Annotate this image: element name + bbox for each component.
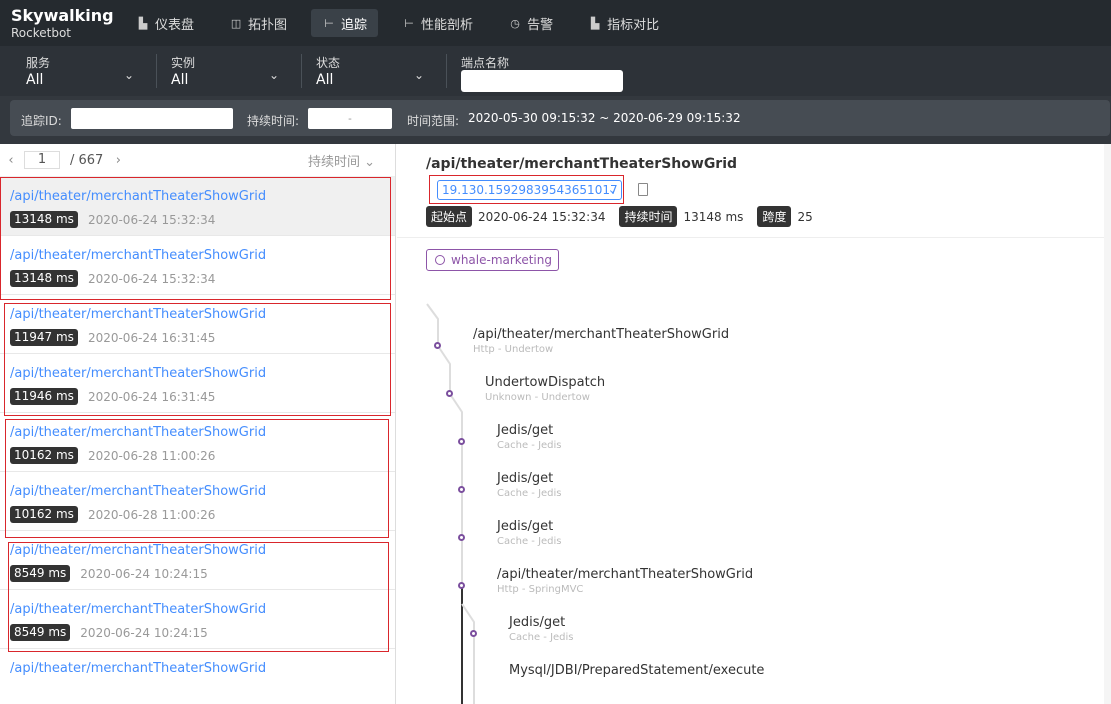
- filter-divider: [446, 54, 447, 88]
- logo-subtitle: Rocketbot: [11, 25, 72, 40]
- instance-filter-value: All: [171, 72, 189, 88]
- span-name: Jedis/get: [497, 471, 554, 486]
- span-subtitle: Unknown - Undertow: [485, 392, 590, 403]
- span-item[interactable]: /api/theater/merchantTheaterShowGrid Http…: [473, 327, 729, 355]
- span-name: Jedis/get: [497, 423, 554, 438]
- trace-id-label: 追踪ID:: [21, 114, 62, 128]
- time-range-label: 时间范围:: [407, 114, 460, 128]
- nav-dashboard[interactable]: ▙ 仪表盘: [125, 9, 205, 37]
- service-filter-value: All: [26, 72, 44, 88]
- span-node-icon[interactable]: [458, 582, 465, 589]
- chevron-down-icon: ⌄: [124, 68, 135, 82]
- trace-icon: ⊢: [324, 16, 334, 30]
- trace-id-input[interactable]: [71, 108, 233, 129]
- state-filter-value: All: [316, 72, 334, 88]
- prev-page-icon[interactable]: ‹: [4, 153, 18, 168]
- span-name: Jedis/get: [509, 615, 566, 630]
- span-item[interactable]: Mysql/JDBI/PreparedStatement/execute: [509, 663, 764, 680]
- nav-trace[interactable]: ⊢ 追踪: [311, 9, 379, 37]
- span-item[interactable]: UndertowDispatch Unknown - Undertow: [485, 375, 605, 403]
- span-subtitle: Cache - Jedis: [497, 488, 562, 499]
- filter-divider: [301, 54, 302, 88]
- next-page-icon[interactable]: ›: [111, 153, 125, 168]
- highlight-box: [5, 419, 389, 538]
- span-node-icon[interactable]: [458, 486, 465, 493]
- nav-compare[interactable]: ▙ 指标对比: [577, 9, 670, 37]
- topology-icon: ◫: [230, 16, 242, 30]
- nav-topology[interactable]: ◫ 拓扑图: [218, 9, 298, 37]
- trace-list-item[interactable]: /api/theater/merchantTheaterShowGrid: [0, 649, 395, 704]
- alarm-icon: ◷: [510, 16, 520, 30]
- span-subtitle: Cache - Jedis: [497, 536, 562, 547]
- span-name: Mysql/JDBI/PreparedStatement/execute: [509, 663, 765, 678]
- dashboard-icon: ▙: [138, 16, 148, 30]
- trace-detail-panel: /api/theater/merchantTheaterShowGrid 19.…: [397, 144, 1111, 704]
- top-navigation: Skywalking Rocketbot ▙ 仪表盘 ◫ 拓扑图 ⊢ 追踪 ⊢ …: [0, 0, 1111, 46]
- span-subtitle: Cache - Jedis: [509, 632, 574, 643]
- time-range-value[interactable]: 2020-05-30 09:15:32 ~ 2020-06-29 09:15:3…: [468, 111, 741, 125]
- nav-topology-label: 拓扑图: [248, 17, 288, 33]
- span-node-icon[interactable]: [470, 630, 477, 637]
- logo-title: Skywalking: [11, 5, 114, 25]
- span-node-icon[interactable]: [434, 342, 441, 349]
- profile-icon: ⊢: [404, 16, 414, 30]
- span-item[interactable]: Jedis/get Cache - Jedis: [497, 423, 562, 451]
- nav-dashboard-label: 仪表盘: [155, 17, 195, 33]
- chevron-down-icon: ⌄: [269, 68, 280, 82]
- pagination: ‹ 1 / 667 › 持续时间 ⌄: [0, 144, 395, 177]
- logo: Skywalking Rocketbot: [0, 5, 125, 40]
- sort-selector[interactable]: 持续时间 ⌄: [308, 151, 375, 170]
- span-item[interactable]: Jedis/get Cache - Jedis: [509, 615, 574, 643]
- span-name: UndertowDispatch: [485, 375, 606, 390]
- state-filter-label: 状态: [316, 56, 341, 70]
- nav-profile-label: 性能剖析: [421, 17, 474, 33]
- chevron-down-icon: ⌄: [364, 154, 375, 170]
- highlight-box: [0, 177, 391, 300]
- span-subtitle: Http - SpringMVC: [497, 584, 584, 595]
- state-filter[interactable]: 状态 All ⌄: [316, 54, 428, 88]
- span-node-icon[interactable]: [446, 390, 453, 397]
- chevron-down-icon: ⌄: [414, 68, 425, 82]
- span-node-icon[interactable]: [458, 534, 465, 541]
- filter-divider: [156, 54, 157, 88]
- nav-compare-label: 指标对比: [607, 17, 660, 33]
- service-filter[interactable]: 服务 All ⌄: [26, 54, 138, 88]
- scrollbar[interactable]: [1104, 144, 1111, 704]
- span-name: /api/theater/merchantTheaterShowGrid: [473, 327, 730, 342]
- nav-trace-label: 追踪: [341, 17, 368, 33]
- span-item[interactable]: /api/theater/merchantTheaterShowGrid Http…: [497, 567, 753, 595]
- endpoint-name-input[interactable]: [461, 70, 623, 92]
- span-node-icon[interactable]: [458, 438, 465, 445]
- endpoint-filter-label: 端点名称: [461, 56, 510, 70]
- highlight-box: [4, 303, 391, 416]
- span-subtitle: Cache - Jedis: [497, 440, 562, 451]
- span-item[interactable]: Jedis/get Cache - Jedis: [497, 519, 562, 547]
- compare-icon: ▙: [590, 16, 600, 30]
- duration-label: 持续时间:: [247, 114, 300, 128]
- span-name: /api/theater/merchantTheaterShowGrid: [497, 567, 754, 582]
- instance-filter[interactable]: 实例 All ⌄: [171, 54, 283, 88]
- span-name: Jedis/get: [497, 519, 554, 534]
- span-subtitle: Http - Undertow: [473, 344, 554, 355]
- span-item[interactable]: Jedis/get Cache - Jedis: [497, 471, 562, 499]
- sort-label: 持续时间: [307, 154, 360, 170]
- duration-input[interactable]: [308, 108, 392, 129]
- highlight-box: [8, 542, 389, 652]
- trace-endpoint-name: /api/theater/merchantTheaterShowGrid: [10, 661, 267, 676]
- service-filter-label: 服务: [26, 56, 51, 70]
- nav-profile[interactable]: ⊢ 性能剖析: [391, 9, 484, 37]
- page-total: / 667: [70, 152, 104, 168]
- page-number[interactable]: 1: [24, 151, 60, 169]
- nav-alarm[interactable]: ◷ 告警: [497, 9, 564, 37]
- instance-filter-label: 实例: [171, 56, 196, 70]
- nav-alarm-label: 告警: [527, 17, 554, 33]
